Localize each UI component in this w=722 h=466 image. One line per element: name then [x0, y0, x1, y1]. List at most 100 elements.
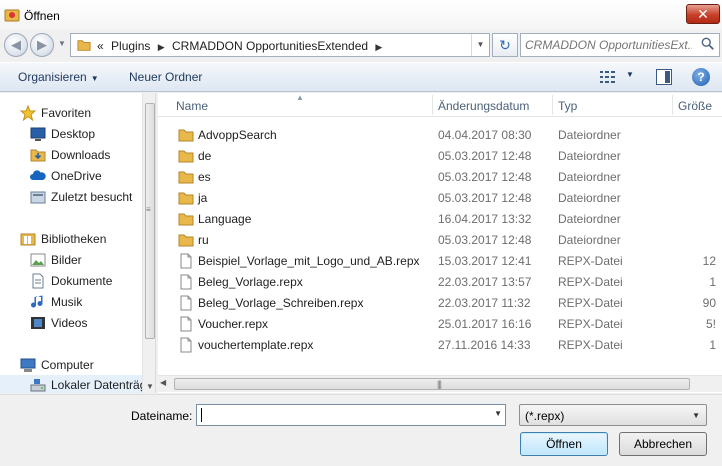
column-divider[interactable]: [552, 95, 553, 115]
sidebar-item-local-disk[interactable]: Lokaler Datenträg: [0, 375, 146, 393]
folder-icon: [178, 232, 194, 248]
file-row[interactable]: vouchertemplate.repx 27.11.2016 14:33 REPX…: [158, 334, 722, 355]
library-icon: [20, 233, 36, 246]
column-header-date[interactable]: Änderungsdatum: [438, 99, 529, 113]
column-header-size[interactable]: Größe: [678, 99, 712, 113]
new-folder-button[interactable]: Neuer Ordner: [129, 70, 202, 84]
close-button[interactable]: ✕: [686, 4, 720, 24]
file-row[interactable]: Beleg_Vorlage_Schreiben.repx 22.03.2017 1…: [158, 292, 722, 313]
file-date: 16.04.2017 13:32: [438, 212, 532, 226]
sidebar-group-computer[interactable]: Computer: [0, 355, 142, 375]
help-button[interactable]: ?: [692, 68, 710, 86]
navigation-scrollbar[interactable]: ≡ ▼: [142, 93, 155, 393]
file-row[interactable]: Beleg_Vorlage.repx 22.03.2017 13:57 REPX-D…: [158, 271, 722, 292]
breadcrumb-item-plugins[interactable]: Plugins: [111, 39, 150, 53]
file-row[interactable]: Language 16.04.2017 13:32 Dateiordner: [158, 208, 722, 229]
sidebar-item-videos[interactable]: Videos: [0, 313, 142, 333]
scroll-left-icon[interactable]: ◀: [160, 378, 166, 387]
address-dropdown-button[interactable]: ▼: [471, 34, 489, 56]
file-name: Beispiel_Vorlage_mit_Logo_und_AB.repx: [198, 254, 420, 268]
column-divider[interactable]: [672, 95, 673, 115]
chevron-down-icon[interactable]: ▼: [494, 409, 502, 418]
sidebar-group-libraries[interactable]: Bibliotheken: [0, 229, 142, 249]
sidebar-item-desktop[interactable]: Desktop: [0, 124, 142, 144]
sidebar-group-favorites[interactable]: Favoriten: [0, 103, 142, 123]
breadcrumb: « Plugins ▶ CRMADDON OpportunitiesExtend…: [97, 39, 386, 53]
file-type: Dateiordner: [558, 233, 621, 247]
scrollbar-thumb[interactable]: [145, 103, 155, 339]
drive-icon: [30, 379, 46, 392]
file-date: 15.03.2017 12:41: [438, 254, 532, 268]
file-date: 04.04.2017 08:30: [438, 128, 532, 142]
file-type: REPX-Datei: [558, 275, 623, 289]
refresh-button[interactable]: ↻: [492, 33, 518, 57]
text-cursor: [201, 408, 202, 422]
file-row[interactable]: AdvoppSearch 04.04.2017 08:30 Dateiordner: [158, 124, 722, 145]
breadcrumb-separator-icon[interactable]: ▶: [375, 42, 382, 52]
column-header-type[interactable]: Typ: [558, 99, 577, 113]
file-name: Beleg_Vorlage.repx: [198, 275, 303, 289]
column-divider[interactable]: [432, 95, 433, 115]
file-type: Dateiordner: [558, 212, 621, 226]
file-row[interactable]: ru 05.03.2017 12:48 Dateiordner: [158, 229, 722, 250]
organize-label: Organisieren: [18, 70, 87, 84]
breadcrumb-overflow[interactable]: «: [97, 39, 104, 53]
recent-locations-dropdown[interactable]: ▼: [58, 36, 68, 52]
sidebar-group-label: Favoriten: [41, 106, 92, 120]
preview-pane-button[interactable]: [656, 69, 672, 85]
file-size: 1: [709, 275, 716, 289]
documents-icon: [32, 273, 44, 289]
breadcrumb-separator-icon[interactable]: ▶: [158, 42, 165, 52]
sidebar-item-music[interactable]: Musik: [0, 292, 142, 312]
sidebar-item-downloads[interactable]: Downloads: [0, 145, 142, 165]
dialog-footer: Dateiname: ▼ (*.repx) ▼ Öffnen Abbrechen: [0, 394, 722, 466]
view-options-icon[interactable]: [600, 70, 616, 84]
file-row[interactable]: es 05.03.2017 12:48 Dateiordner: [158, 166, 722, 187]
file-type: Dateiordner: [558, 191, 621, 205]
sidebar-item-recent[interactable]: Zuletzt besucht: [0, 187, 142, 207]
file-row[interactable]: Beispiel_Vorlage_mit_Logo_und_AB.repx 15.…: [158, 250, 722, 271]
address-bar[interactable]: « Plugins ▶ CRMADDON OpportunitiesExtend…: [70, 33, 490, 57]
file-size: 1: [709, 338, 716, 352]
breadcrumb-item-current[interactable]: CRMADDON OpportunitiesExtended: [172, 39, 368, 53]
sidebar-item-onedrive[interactable]: OneDrive: [0, 166, 142, 186]
filename-input[interactable]: [197, 405, 485, 425]
file-icon: [178, 253, 194, 269]
cancel-button[interactable]: Abbrechen: [619, 432, 707, 456]
recent-places-icon: [30, 191, 46, 204]
app-icon: [4, 9, 20, 22]
file-name: Language: [198, 212, 252, 226]
scroll-down-icon[interactable]: ▼: [146, 382, 154, 391]
search-input[interactable]: [521, 34, 696, 56]
file-type-filter[interactable]: (*.repx) ▼: [519, 404, 707, 426]
file-size: 5!: [705, 317, 716, 331]
file-icon: [178, 316, 194, 332]
column-header-name[interactable]: Name: [176, 99, 208, 113]
navigation-pane: Favoriten Desktop Downloads OneDrive Zul…: [0, 93, 156, 393]
scrollbar-thumb[interactable]: |||: [174, 378, 690, 390]
filename-combobox: ▼: [196, 404, 506, 426]
open-button[interactable]: Öffnen: [520, 432, 608, 456]
file-date: 22.03.2017 13:57: [438, 275, 532, 289]
column-headers: ▲ Name Änderungsdatum Typ Größe: [158, 93, 722, 117]
search-icon[interactable]: [701, 37, 715, 51]
folder-icon: [77, 40, 91, 51]
grip-icon: ≡: [146, 205, 151, 214]
sidebar-item-label: Zuletzt besucht: [51, 190, 133, 204]
back-button[interactable]: ◀: [4, 33, 28, 57]
window-title: Öffnen: [24, 9, 60, 23]
sidebar-item-label: Lokaler Datenträg: [51, 378, 147, 392]
sidebar-item-documents[interactable]: Dokumente: [0, 271, 142, 291]
sidebar-item-pictures[interactable]: Bilder: [0, 250, 142, 270]
file-row[interactable]: Voucher.repx 25.01.2017 16:16 REPX-Datei 5!: [158, 313, 722, 334]
view-dropdown-icon[interactable]: ▼: [626, 70, 634, 79]
file-row[interactable]: ja 05.03.2017 12:48 Dateiordner: [158, 187, 722, 208]
file-date: 27.11.2016 14:33: [438, 338, 531, 352]
horizontal-scrollbar[interactable]: ◀ |||: [158, 375, 722, 392]
forward-button[interactable]: ▶: [30, 33, 54, 57]
title-bar: Öffnen ✕: [0, 0, 722, 30]
organize-button[interactable]: Organisieren ▼: [18, 70, 99, 84]
chevron-down-icon: ▼: [692, 411, 700, 420]
file-row[interactable]: de 05.03.2017 12:48 Dateiordner: [158, 145, 722, 166]
file-name: es: [198, 170, 211, 184]
